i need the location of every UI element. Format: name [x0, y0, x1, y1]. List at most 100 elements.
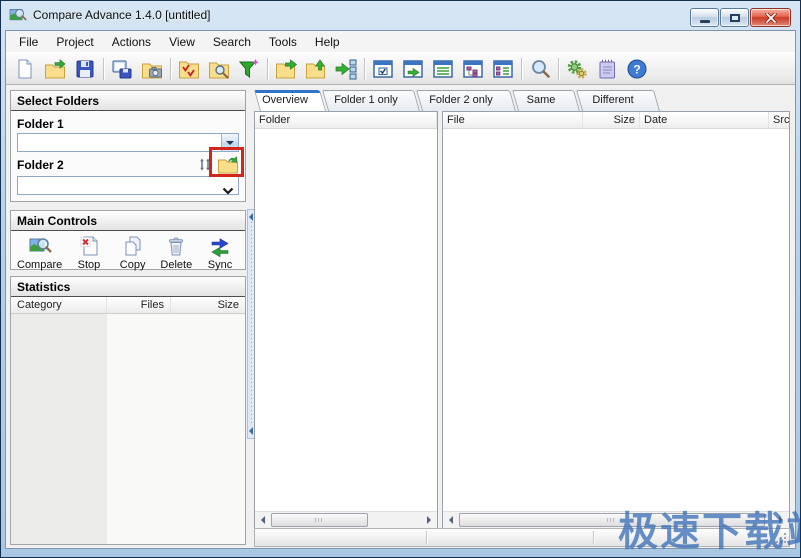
- copy-button[interactable]: Copy: [116, 234, 150, 271]
- stop-label: Stop: [78, 258, 101, 271]
- resize-grip-icon[interactable]: [775, 532, 788, 545]
- sync-button[interactable]: Sync: [203, 234, 237, 271]
- load-snapshot-icon: [141, 58, 163, 80]
- new-project-button[interactable]: [10, 55, 40, 83]
- scrollbar-thumb[interactable]: [271, 513, 368, 527]
- tree-view-button[interactable]: [458, 55, 488, 83]
- column-src[interactable]: Src: [769, 112, 789, 128]
- file-list-body[interactable]: [443, 129, 789, 511]
- tab-overview[interactable]: Overview: [254, 90, 320, 111]
- column-date[interactable]: Date: [640, 112, 769, 128]
- file-list-hscrollbar[interactable]: [443, 511, 789, 528]
- synchronize-button[interactable]: [331, 55, 361, 83]
- save-project-button[interactable]: [70, 55, 100, 83]
- folder-view-button[interactable]: [398, 55, 428, 83]
- options-gears-icon: [566, 58, 588, 80]
- column-folder[interactable]: Folder: [255, 112, 437, 128]
- options-button[interactable]: [562, 55, 592, 83]
- filter-button[interactable]: [234, 55, 264, 83]
- statistics-list[interactable]: [11, 314, 245, 544]
- folder1-combobox[interactable]: [17, 133, 239, 152]
- toolbar-separator: [267, 58, 268, 80]
- find-files-button[interactable]: [204, 55, 234, 83]
- compare-button[interactable]: Compare: [17, 234, 62, 271]
- folder1-input[interactable]: [18, 134, 238, 151]
- folder2-dropdown-button[interactable]: [222, 182, 234, 200]
- delete-label: Delete: [160, 258, 192, 271]
- file-list-header: File Size Date Src: [443, 112, 789, 129]
- folder2-combobox[interactable]: [17, 176, 239, 195]
- menu-search[interactable]: Search: [204, 32, 260, 52]
- select-folders-button[interactable]: [174, 55, 204, 83]
- stop-button[interactable]: Stop: [72, 234, 106, 271]
- help-button[interactable]: ?: [622, 55, 652, 83]
- folder2-label: Folder 2: [17, 155, 64, 174]
- select-folders-group: Select Folders Folder 1 Folder 2: [10, 90, 246, 202]
- tab-different[interactable]: Different: [576, 90, 654, 111]
- menu-actions[interactable]: Actions: [103, 32, 160, 52]
- menu-tools[interactable]: Tools: [260, 32, 306, 52]
- scrollbar-thumb[interactable]: [459, 513, 765, 527]
- copy-to-folder-1-button[interactable]: [301, 55, 331, 83]
- tree-list-view-icon: [492, 58, 514, 80]
- window-title: Compare Advance 1.4.0 [untitled]: [33, 8, 210, 22]
- maximize-button[interactable]: [720, 8, 749, 27]
- scroll-left-arrow-icon[interactable]: [443, 512, 459, 528]
- close-icon: [765, 13, 777, 23]
- folder1-label: Folder 1: [17, 114, 239, 133]
- minimize-button[interactable]: [690, 8, 719, 27]
- chevron-down-icon: [226, 141, 234, 145]
- overview-view-button[interactable]: [368, 55, 398, 83]
- folder-list-hscrollbar[interactable]: [255, 511, 437, 528]
- file-list: File Size Date Src: [442, 111, 790, 529]
- compare-icon: [28, 234, 52, 258]
- overview-view-icon: [372, 58, 394, 80]
- toolbar-separator: [521, 58, 522, 80]
- search-button[interactable]: [525, 55, 555, 83]
- app-logo-icon: [9, 7, 27, 23]
- tab-same[interactable]: Same: [512, 90, 574, 111]
- open-project-icon: [44, 58, 66, 80]
- menu-view[interactable]: View: [160, 32, 204, 52]
- sync-icon: [208, 234, 232, 258]
- load-snapshot-button[interactable]: [137, 55, 167, 83]
- minimize-icon: [700, 20, 710, 23]
- list-view-icon: [432, 58, 454, 80]
- tab-folder-1-only[interactable]: Folder 1 only: [322, 90, 414, 111]
- copy-to-folder-2-icon: [275, 58, 297, 80]
- statusbar-divider: [426, 531, 427, 544]
- scroll-left-arrow-icon[interactable]: [255, 512, 271, 528]
- column-size[interactable]: Size: [171, 297, 245, 313]
- tree-list-view-button[interactable]: [488, 55, 518, 83]
- close-button[interactable]: [750, 8, 791, 27]
- column-files[interactable]: Files: [107, 297, 171, 313]
- column-size[interactable]: Size: [583, 112, 640, 128]
- folder-list: Folder: [254, 111, 438, 529]
- statistics-header: Statistics: [11, 277, 245, 297]
- menu-project[interactable]: Project: [47, 32, 102, 52]
- session-log-button[interactable]: [592, 55, 622, 83]
- tab-folder-2-only[interactable]: Folder 2 only: [416, 90, 510, 111]
- delete-icon: [164, 234, 188, 258]
- list-view-button[interactable]: [428, 55, 458, 83]
- folder-view-icon: [402, 58, 424, 80]
- column-category[interactable]: Category: [11, 297, 107, 313]
- menu-file[interactable]: File: [10, 32, 47, 52]
- toolbar: ?: [6, 52, 795, 85]
- statistics-group: Statistics Category Files Size: [10, 276, 246, 545]
- maximize-icon: [730, 14, 740, 22]
- menu-help[interactable]: Help: [306, 32, 349, 52]
- folder2-input[interactable]: [18, 177, 238, 194]
- open-project-button[interactable]: [40, 55, 70, 83]
- titlebar[interactable]: Compare Advance 1.4.0 [untitled]: [1, 1, 800, 29]
- app-window: Compare Advance 1.4.0 [untitled] File Pr…: [0, 0, 801, 558]
- save-snapshot-button[interactable]: [107, 55, 137, 83]
- scroll-right-arrow-icon[interactable]: [421, 512, 437, 528]
- folder-list-body[interactable]: [255, 129, 437, 511]
- delete-button[interactable]: Delete: [159, 234, 193, 271]
- scroll-right-arrow-icon[interactable]: [773, 512, 789, 528]
- copy-to-folder-2-button[interactable]: [271, 55, 301, 83]
- synchronize-icon: [335, 58, 357, 80]
- statistics-column-headers: Category Files Size: [11, 297, 245, 314]
- column-file[interactable]: File: [443, 112, 583, 128]
